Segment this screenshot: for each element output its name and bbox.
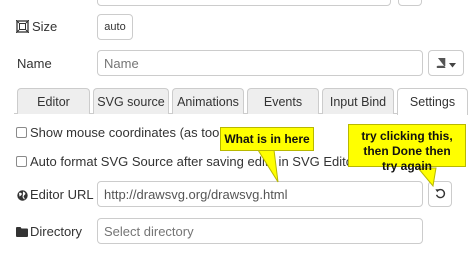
name-input[interactable] bbox=[97, 50, 423, 76]
size-value: auto bbox=[104, 21, 126, 33]
editor-url-input[interactable]: http://drawsvg.org/drawsvg.html bbox=[97, 181, 423, 207]
left-annotation-text: What is in here bbox=[224, 131, 310, 146]
directory-label: Directory bbox=[30, 224, 83, 239]
tab-editor[interactable]: Editor bbox=[17, 88, 90, 114]
size-button[interactable]: auto bbox=[97, 14, 133, 40]
tab-label: Input Bind bbox=[329, 94, 387, 109]
tab-label: Settings bbox=[409, 95, 456, 109]
tab-label: Events bbox=[263, 94, 303, 109]
name-label: Name bbox=[17, 56, 52, 71]
auto-format-label: Auto format SVG Source after saving edit… bbox=[30, 154, 358, 169]
left-annotation-callout: What is in here bbox=[220, 127, 314, 151]
show-mouse-coords-checkbox[interactable] bbox=[16, 127, 27, 138]
folder-icon bbox=[16, 225, 28, 240]
caret-down-icon bbox=[449, 56, 456, 71]
tab-svg-source[interactable]: SVG source bbox=[93, 88, 169, 114]
tab-input-bind[interactable]: Input Bind bbox=[322, 88, 394, 114]
tab-settings[interactable]: Settings bbox=[397, 88, 468, 115]
clipped-top-input[interactable] bbox=[97, 0, 391, 6]
tab-label: Editor bbox=[37, 94, 70, 109]
editor-url-label: Editor URL bbox=[30, 187, 94, 202]
editor-url-refresh-button[interactable] bbox=[428, 181, 452, 207]
tab-label: Animations bbox=[177, 94, 239, 109]
right-annotation-text: try clicking this, then Done then try ag… bbox=[361, 129, 453, 173]
auto-format-checkbox[interactable] bbox=[16, 156, 27, 167]
globe-icon bbox=[17, 189, 28, 204]
size-label: Size bbox=[32, 19, 58, 34]
refresh-icon bbox=[434, 187, 446, 202]
tab-animations[interactable]: Animations bbox=[172, 88, 244, 114]
book-icon bbox=[436, 56, 446, 71]
tab-label: SVG source bbox=[97, 94, 165, 109]
name-book-button[interactable] bbox=[428, 50, 464, 76]
directory-input[interactable] bbox=[97, 218, 423, 244]
size-icon bbox=[15, 19, 30, 36]
right-annotation-callout: try clicking this, then Done then try ag… bbox=[348, 124, 466, 173]
show-mouse-coords-label: Show mouse coordinates (as tooltip) bbox=[30, 125, 241, 140]
editor-url-value: http://drawsvg.org/drawsvg.html bbox=[104, 186, 288, 202]
tab-events[interactable]: Events bbox=[247, 88, 319, 114]
clipped-top-button[interactable] bbox=[398, 0, 422, 6]
